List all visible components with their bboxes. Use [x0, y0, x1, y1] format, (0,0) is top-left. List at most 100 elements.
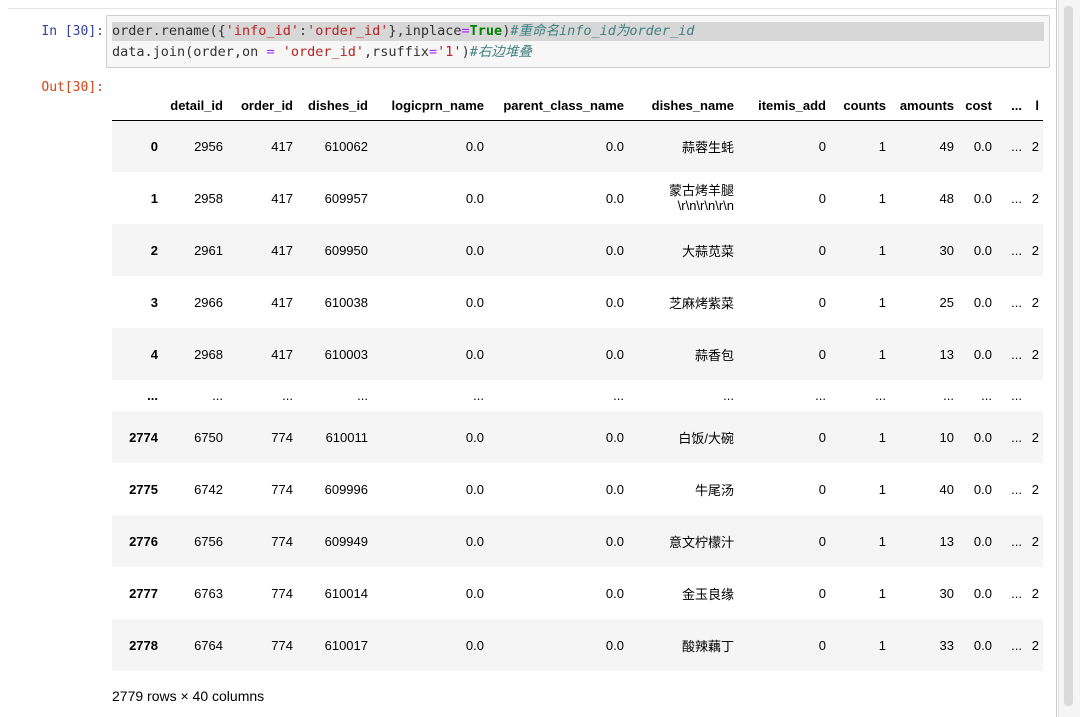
table-cell: 609957	[324, 190, 368, 206]
code-line-2[interactable]: data.join(order,on = 'order_id',rsuffix=…	[112, 43, 532, 62]
table-row: 2777 6763 774 610014 0.0 0.0 金玉良缘 0 1 30 0.0... 2	[112, 567, 1043, 619]
table-cell: 2961	[194, 242, 223, 258]
cell-top-divider	[8, 8, 1056, 9]
input-prompt: In [30]:	[41, 24, 104, 39]
code-token: =	[461, 23, 470, 39]
code-token: )	[461, 44, 470, 60]
scrollbar-thumb[interactable]	[1064, 6, 1073, 706]
table-cell: 1	[878, 294, 886, 310]
table-cell: 0	[818, 242, 826, 258]
table-cell: 0.0	[973, 637, 992, 653]
row-index: 3	[150, 294, 158, 310]
table-cell: 610011	[325, 429, 368, 445]
table-cell: 10	[939, 429, 954, 445]
table-row: 1 2958 417 609957 0.0 0.0 蒙古烤羊腿 \r\n\r\n\r\n 0 1 4…	[112, 172, 1043, 224]
table-cell: 6756	[194, 533, 223, 549]
table-cell: 0.0	[465, 533, 484, 549]
table-cell: 610003	[324, 346, 368, 362]
dish-name-line: 蒙古烤羊腿	[668, 183, 734, 198]
table-cell: ...	[212, 388, 223, 403]
table-cell: 6750	[194, 429, 223, 445]
table-row: 2778 6764 774 610017 0.0 0.0 酸辣藕丁 0 1 33 0.0... 2	[112, 619, 1043, 671]
table-cell: 0	[818, 429, 826, 445]
table-cell: 609950	[324, 242, 368, 258]
table-cell: 0.0	[605, 294, 624, 310]
output-prompt: Out[30]:	[41, 80, 104, 95]
table-cell: 2	[1031, 242, 1039, 258]
table-cell: 芝麻烤紫菜	[668, 295, 734, 311]
table-cell: 774	[271, 533, 293, 549]
table-cell: 0	[818, 346, 826, 362]
table-cell: 0.0	[465, 346, 484, 362]
table-cell: 0	[818, 138, 826, 154]
row-index: 4	[150, 346, 158, 362]
table-row: 2774 6750 774 610011 0.0 0.0 白饭/大碗 0 1 10 0.0... 2	[112, 411, 1043, 463]
table-cell: 30	[939, 242, 954, 258]
table-cell: 2968	[194, 346, 223, 362]
table-cell: 2	[1031, 294, 1039, 310]
table-cell: ...	[1011, 138, 1022, 154]
table-cell: 1	[878, 138, 886, 154]
code-line-1[interactable]: order.rename({'info_id':'order_id'},inpl…	[112, 22, 1044, 41]
column-header: amounts	[890, 92, 958, 121]
table-cell: 意文柠檬汁	[668, 534, 734, 550]
table-cell: ...	[473, 388, 484, 403]
code-token: =	[429, 44, 438, 60]
table-cell: 0.0	[605, 242, 624, 258]
table-cell: ...	[723, 388, 734, 403]
dataframe-table: detail_id order_id dishes_id logicprn_na…	[112, 92, 1043, 671]
table-cell: 2	[1031, 585, 1039, 601]
table-row: 4 2968 417 610003 0.0 0.0 蒜香包 0 1 13 0.0... 2	[112, 328, 1043, 380]
table-cell: ...	[1011, 429, 1022, 445]
table-cell: 2	[1031, 481, 1039, 497]
table-cell	[1026, 380, 1043, 411]
table-cell: ...	[1011, 637, 1022, 653]
table-cell: 610038	[324, 294, 368, 310]
code-editor[interactable]: order.rename({'info_id':'order_id'},inpl…	[106, 15, 1050, 68]
table-cell: ...	[357, 388, 368, 403]
table-cell: 1	[878, 429, 886, 445]
table-cell: 1	[878, 585, 886, 601]
table-cell: 0.0	[973, 294, 992, 310]
table-cell: ...	[1011, 533, 1022, 549]
table-cell: 2	[1031, 637, 1039, 653]
table-cell: 蒜蓉生蚝	[681, 139, 734, 155]
column-header: itemis_add	[738, 92, 830, 121]
code-comment: #右边堆叠	[469, 44, 532, 60]
column-header: dishes_name	[628, 92, 738, 121]
table-cell: 417	[271, 294, 293, 310]
table-cell: 0	[818, 190, 826, 206]
table-cell: 0.0	[973, 533, 992, 549]
table-row: 2 2961 417 609950 0.0 0.0 大蒜苋菜 0 1 30 0.0... 2	[112, 224, 1043, 276]
table-cell: 0.0	[973, 242, 992, 258]
table-cell: 0.0	[465, 429, 484, 445]
table-cell: 49	[939, 138, 954, 154]
table-cell: 0.0	[605, 585, 624, 601]
table-cell: 1	[878, 637, 886, 653]
table-cell: 0.0	[973, 190, 992, 206]
table-cell: ...	[981, 388, 992, 403]
code-token: 'order_id'	[307, 23, 389, 39]
table-cell: 417	[271, 346, 293, 362]
row-index: 2778	[129, 637, 158, 653]
dataframe-shape-summary: 2779 rows × 40 columns	[112, 688, 265, 704]
table-cell: 0	[818, 585, 826, 601]
table-row: 2775 6742 774 609996 0.0 0.0 牛尾汤 0 1 40 0.0... 2	[112, 463, 1043, 515]
column-header: order_id	[227, 92, 297, 121]
code-token: 'order_id'	[282, 44, 364, 60]
table-cell: 2	[1031, 346, 1039, 362]
row-index: 0	[150, 138, 158, 154]
table-cell: 1	[878, 190, 886, 206]
column-header: detail_id	[162, 92, 227, 121]
table-cell: 0.0	[465, 242, 484, 258]
table-cell: ...	[1011, 346, 1022, 362]
table-cell: ...	[1011, 294, 1022, 310]
table-row: 0 2956 417 610062 0.0 0.0 蒜蓉生蚝 0 1 49 0.0... 2	[112, 120, 1043, 172]
column-header: logicprn_name	[372, 92, 488, 121]
table-cell: 0.0	[973, 346, 992, 362]
vertical-scrollbar[interactable]	[1058, 0, 1080, 717]
column-header: dishes_id	[297, 92, 372, 121]
table-cell: 0.0	[465, 138, 484, 154]
code-comment: #重命名info_id为order_id	[510, 23, 695, 39]
table-cell: 蒜香包	[694, 347, 734, 363]
